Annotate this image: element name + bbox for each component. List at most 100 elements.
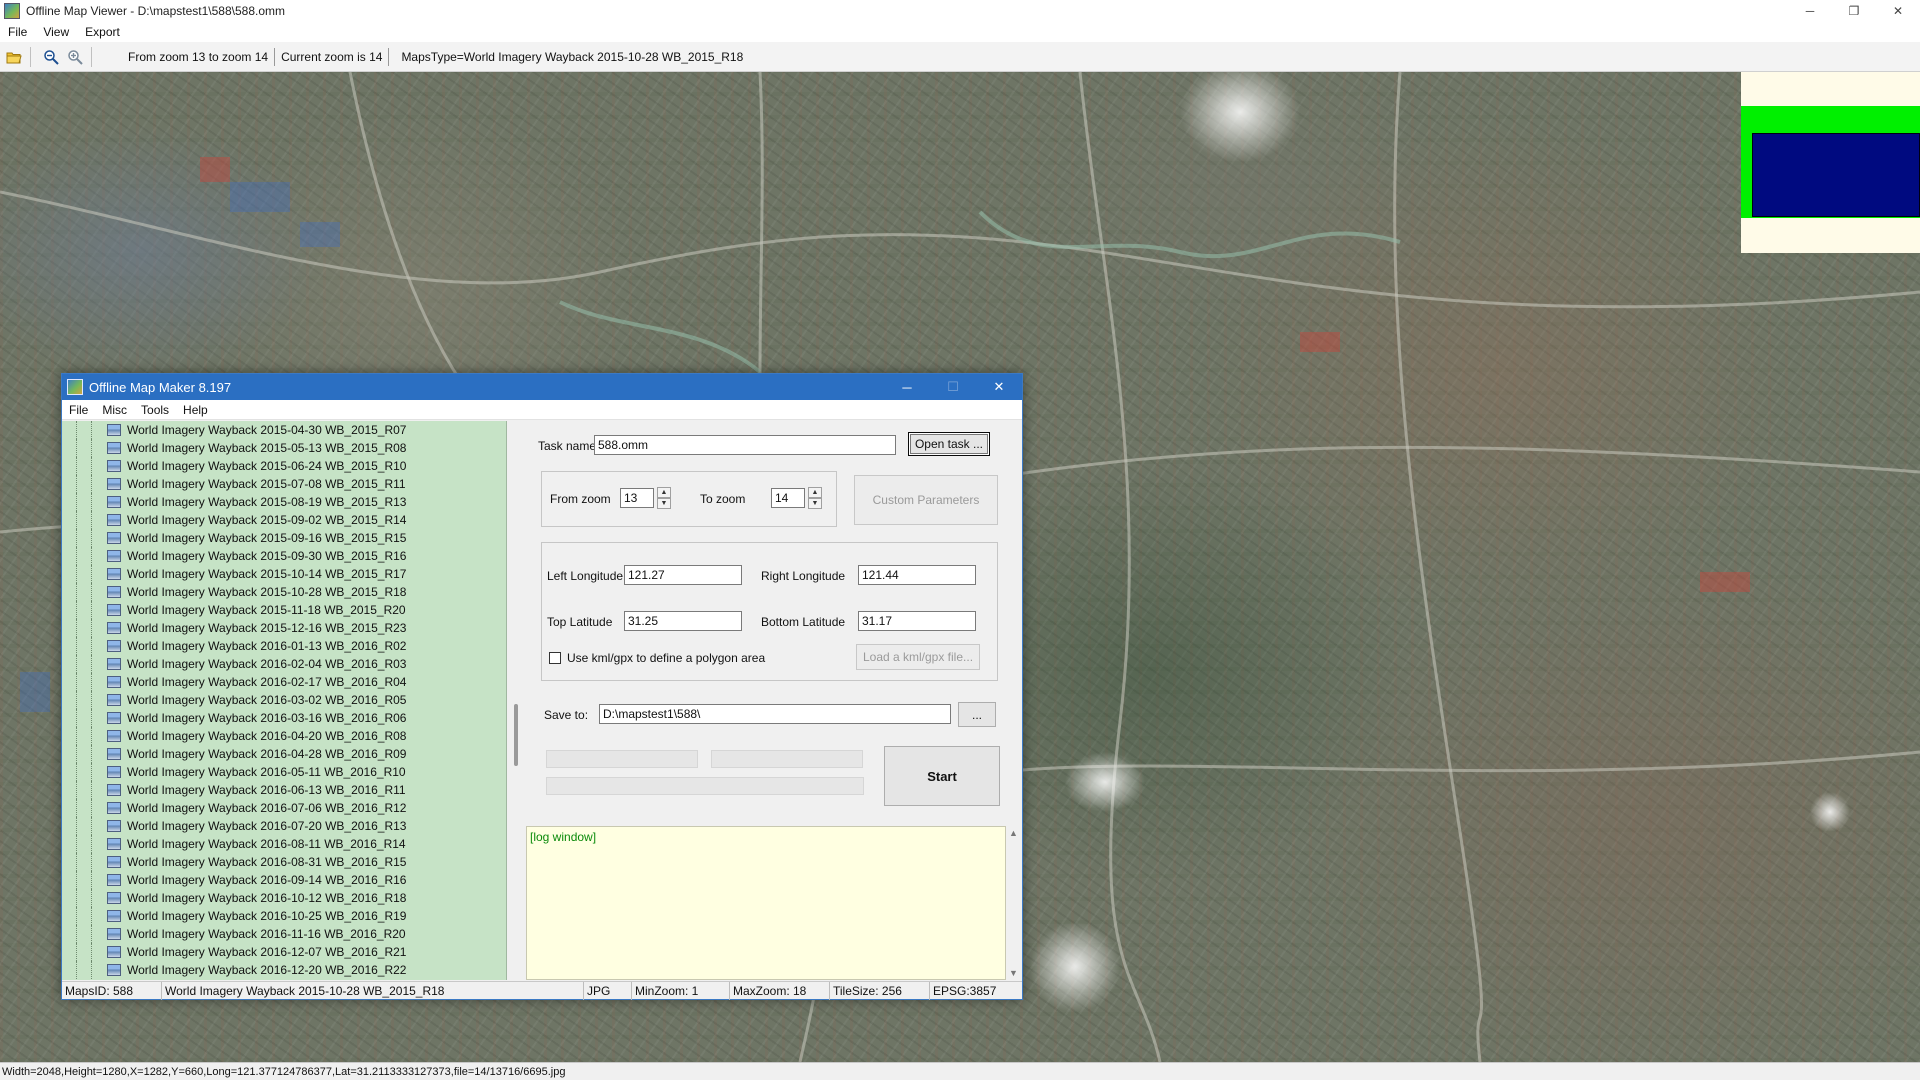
scroll-down-icon[interactable]: ▼ <box>1009 968 1018 978</box>
tree-item[interactable]: World Imagery Wayback 2015-04-30 WB_2015… <box>62 421 506 439</box>
tree-item[interactable]: World Imagery Wayback 2016-03-16 WB_2016… <box>62 709 506 727</box>
map-cloud <box>1030 922 1120 1012</box>
spin-up-icon[interactable]: ▲ <box>657 487 671 498</box>
tree-guide-line <box>76 565 77 583</box>
zoom-in-icon[interactable] <box>65 47 85 67</box>
tree-item[interactable]: World Imagery Wayback 2016-11-16 WB_2016… <box>62 925 506 943</box>
close-button[interactable]: ✕ <box>1876 0 1920 22</box>
task-name-input[interactable]: 588.omm <box>594 435 896 455</box>
tree-item[interactable]: World Imagery Wayback 2016-10-12 WB_2016… <box>62 889 506 907</box>
tree-guide-line <box>91 835 92 853</box>
tree-item[interactable]: World Imagery Wayback 2016-07-20 WB_2016… <box>62 817 506 835</box>
tree-guide-line <box>76 943 77 961</box>
tree-item[interactable]: World Imagery Wayback 2016-08-11 WB_2016… <box>62 835 506 853</box>
status-max-zoom: MaxZoom: 18 <box>730 982 830 1000</box>
tree-scrollbar-thumb[interactable] <box>514 704 518 766</box>
save-to-label: Save to: <box>544 708 589 722</box>
tree-item[interactable]: World Imagery Wayback 2015-11-18 WB_2015… <box>62 601 506 619</box>
scroll-up-icon[interactable]: ▲ <box>1009 828 1018 838</box>
log-window[interactable]: [log window] <box>526 826 1006 980</box>
tree-guide-line <box>76 709 77 727</box>
tree-item[interactable]: World Imagery Wayback 2016-04-28 WB_2016… <box>62 745 506 763</box>
tree-item[interactable]: World Imagery Wayback 2015-10-28 WB_2015… <box>62 583 506 601</box>
dialog-titlebar[interactable]: Offline Map Maker 8.197 ─ ☐ ✕ <box>62 374 1022 400</box>
tree-item[interactable]: World Imagery Wayback 2016-02-04 WB_2016… <box>62 655 506 673</box>
tree-item[interactable]: World Imagery Wayback 2016-10-25 WB_2016… <box>62 907 506 925</box>
to-zoom-spinner[interactable]: ▲ ▼ <box>808 487 822 509</box>
browse-folder-button[interactable]: ... <box>958 702 996 727</box>
menu-view[interactable]: View <box>35 25 77 39</box>
overview-minimap[interactable] <box>1741 72 1920 253</box>
spin-down-icon[interactable]: ▼ <box>657 498 671 509</box>
maps-type-text: MapsType=World Imagery Wayback 2015-10-2… <box>401 49 744 64</box>
dialog-menu-file[interactable]: File <box>62 403 95 417</box>
from-zoom-spinner[interactable]: ▲ ▼ <box>657 487 671 509</box>
tree-item[interactable]: World Imagery Wayback 2016-08-31 WB_2016… <box>62 853 506 871</box>
tree-item[interactable]: World Imagery Wayback 2016-01-13 WB_2016… <box>62 637 506 655</box>
left-longitude-input[interactable]: 121.27 <box>624 565 742 585</box>
start-button[interactable]: Start <box>884 746 1000 806</box>
log-scrollbar[interactable]: ▲ ▼ <box>1006 826 1022 980</box>
restore-button[interactable]: ❐ <box>1832 0 1876 22</box>
map-layer-icon <box>107 910 121 922</box>
viewer-toolbar: From zoom 13 to zoom 14 Current zoom is … <box>0 42 1920 72</box>
map-layer-icon <box>107 622 121 634</box>
top-latitude-input[interactable]: 31.25 <box>624 611 742 631</box>
tree-item[interactable]: World Imagery Wayback 2015-07-08 WB_2015… <box>62 475 506 493</box>
tree-item[interactable]: World Imagery Wayback 2016-09-14 WB_2016… <box>62 871 506 889</box>
progress-bar-total <box>546 777 864 795</box>
tree-item[interactable]: World Imagery Wayback 2016-05-11 WB_2016… <box>62 763 506 781</box>
dialog-close-button[interactable]: ✕ <box>976 374 1022 400</box>
viewer-titlebar: Offline Map Viewer - D:\mapstest1\588\58… <box>0 0 1920 22</box>
tree-item[interactable]: World Imagery Wayback 2015-08-19 WB_2015… <box>62 493 506 511</box>
dialog-menu-help[interactable]: Help <box>176 403 215 417</box>
status-tile-size: TileSize: 256 <box>830 982 930 1000</box>
minimap-viewport-box[interactable] <box>1752 133 1920 217</box>
right-longitude-input[interactable]: 121.44 <box>858 565 976 585</box>
open-task-button[interactable]: Open task ... <box>908 432 990 456</box>
tree-item[interactable]: World Imagery Wayback 2015-10-14 WB_2015… <box>62 565 506 583</box>
map-layer-icon <box>107 514 121 526</box>
menu-file[interactable]: File <box>0 25 35 39</box>
tree-item[interactable]: World Imagery Wayback 2016-03-02 WB_2016… <box>62 691 506 709</box>
bottom-latitude-label: Bottom Latitude <box>761 615 846 629</box>
tree-scrollbar[interactable] <box>508 421 525 980</box>
tree-item[interactable]: World Imagery Wayback 2016-07-06 WB_2016… <box>62 799 506 817</box>
open-folder-icon[interactable] <box>4 47 24 67</box>
map-layer-icon <box>107 640 121 652</box>
tree-item[interactable]: World Imagery Wayback 2015-09-30 WB_2015… <box>62 547 506 565</box>
zoom-out-icon[interactable] <box>41 47 61 67</box>
tree-item[interactable]: World Imagery Wayback 2015-12-16 WB_2015… <box>62 619 506 637</box>
tree-item-label: World Imagery Wayback 2016-07-20 WB_2016… <box>127 819 407 833</box>
bottom-latitude-input[interactable]: 31.17 <box>858 611 976 631</box>
tree-item[interactable]: World Imagery Wayback 2016-04-20 WB_2016… <box>62 727 506 745</box>
status-format: JPG <box>584 982 632 1000</box>
tree-item[interactable]: World Imagery Wayback 2015-06-24 WB_2015… <box>62 457 506 475</box>
tree-item[interactable]: World Imagery Wayback 2016-12-20 WB_2016… <box>62 961 506 979</box>
minimize-button[interactable]: ─ <box>1788 0 1832 22</box>
dialog-menu-misc[interactable]: Misc <box>95 403 134 417</box>
status-maps-id: MapsID: 588 <box>62 982 162 1000</box>
tree-item-label: World Imagery Wayback 2016-02-04 WB_2016… <box>127 657 407 671</box>
spin-down-icon[interactable]: ▼ <box>808 498 822 509</box>
tree-guide-line <box>91 673 92 691</box>
map-layer-icon <box>107 424 121 436</box>
tree-guide-line <box>91 745 92 763</box>
menu-export[interactable]: Export <box>77 25 128 39</box>
tree-item[interactable]: World Imagery Wayback 2015-09-16 WB_2015… <box>62 529 506 547</box>
viewer-window-controls: ─ ❐ ✕ <box>1788 0 1920 22</box>
maps-type-tree[interactable]: World Imagery Wayback 2015-04-30 WB_2015… <box>62 421 507 980</box>
tree-item[interactable]: World Imagery Wayback 2016-12-07 WB_2016… <box>62 943 506 961</box>
dialog-menu-tools[interactable]: Tools <box>134 403 176 417</box>
to-zoom-input[interactable]: 14 <box>771 488 805 508</box>
dialog-minimize-button[interactable]: ─ <box>884 374 930 400</box>
tree-item[interactable]: World Imagery Wayback 2015-09-02 WB_2015… <box>62 511 506 529</box>
from-zoom-input[interactable]: 13 <box>620 488 654 508</box>
tree-item[interactable]: World Imagery Wayback 2016-06-13 WB_2016… <box>62 781 506 799</box>
tree-item[interactable]: World Imagery Wayback 2015-05-13 WB_2015… <box>62 439 506 457</box>
save-to-input[interactable]: D:\mapstest1\588\ <box>599 704 951 724</box>
tree-item[interactable]: World Imagery Wayback 2016-02-17 WB_2016… <box>62 673 506 691</box>
tree-guide-line <box>76 637 77 655</box>
kml-polygon-checkbox[interactable] <box>549 652 561 664</box>
spin-up-icon[interactable]: ▲ <box>808 487 822 498</box>
